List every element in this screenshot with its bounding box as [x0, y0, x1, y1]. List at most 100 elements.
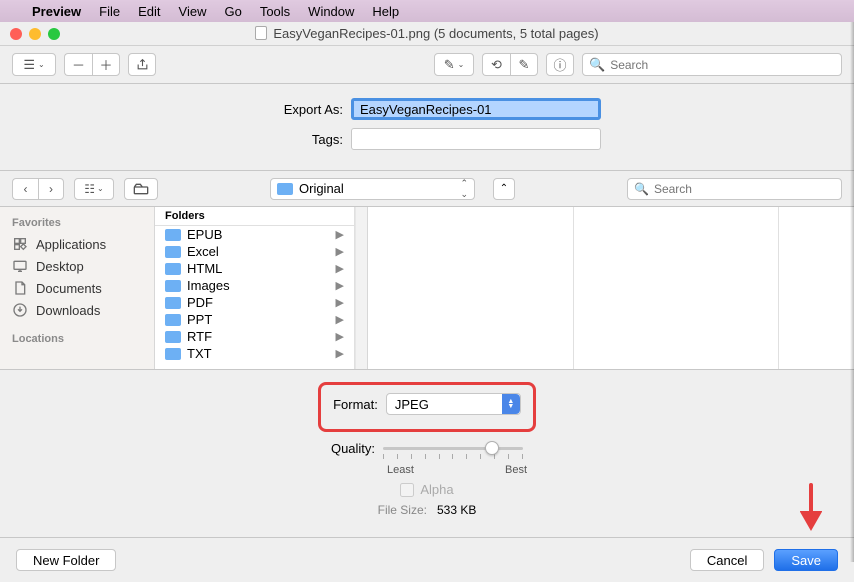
new-folder-button[interactable]: New Folder	[16, 549, 116, 571]
sidebar-item-applications[interactable]: Applications	[0, 233, 154, 255]
chevron-right-icon: ▶	[336, 296, 344, 309]
column-scrollbar[interactable]	[355, 207, 368, 369]
file-column: Folders EPUB▶ Excel▶ HTML▶ Images▶ PDF▶ …	[155, 207, 355, 369]
rotate-button[interactable]: ⟲	[482, 53, 510, 76]
file-browser-search[interactable]: 🔍	[627, 178, 842, 200]
tags-label: Tags:	[253, 132, 343, 147]
chevron-right-icon: ▶	[336, 245, 344, 258]
filesize-value: 533 KB	[437, 503, 476, 517]
menu-help[interactable]: Help	[372, 4, 399, 19]
format-select[interactable]: JPEG ▲▼	[386, 393, 521, 415]
window-titlebar: EasyVeganRecipes-01.png (5 documents, 5 …	[0, 22, 854, 46]
sidebar-item-label: Desktop	[36, 259, 84, 274]
export-panel: Export As: Tags:	[0, 84, 854, 171]
view-mode-button[interactable]: ☷ ⌄	[74, 178, 114, 200]
sidebar-toggle-button[interactable]: ☰ ⌄	[12, 53, 56, 76]
alpha-checkbox	[400, 483, 414, 497]
info-button[interactable]: ⓘ	[546, 53, 574, 76]
chevron-right-icon: ▶	[336, 228, 344, 241]
search-icon: 🔍	[589, 57, 605, 73]
folder-item[interactable]: Excel ▶	[155, 243, 354, 260]
file-column-empty	[368, 207, 574, 369]
markup-button[interactable]: ✎ ⌄	[434, 53, 474, 76]
folder-item[interactable]: Images ▶	[155, 277, 354, 294]
file-browser-sidebar: Favorites Applications Desktop Documents…	[0, 207, 155, 369]
app-menu[interactable]: Preview	[32, 4, 81, 19]
zoom-out-button[interactable]: －	[64, 53, 92, 76]
alpha-label: Alpha	[420, 482, 453, 497]
file-browser-nav: ‹ › ☷ ⌄ Original ⌃⌄ ⌃ 🔍	[0, 171, 854, 207]
folder-label: TXT	[187, 346, 212, 361]
menu-file[interactable]: File	[99, 4, 120, 19]
folder-label: PPT	[187, 312, 212, 327]
save-button[interactable]: Save	[774, 549, 838, 571]
slider-thumb[interactable]	[485, 441, 499, 455]
toolbar-search[interactable]: 🔍	[582, 53, 842, 76]
toolbar: ☰ ⌄ － ＋ ✎ ⌄ ⟲ ✎ ⓘ 🔍	[0, 46, 854, 84]
chevron-right-icon: ▶	[336, 330, 344, 343]
group-button[interactable]	[124, 178, 158, 200]
menu-window[interactable]: Window	[308, 4, 354, 19]
menu-edit[interactable]: Edit	[138, 4, 160, 19]
sidebar-item-desktop[interactable]: Desktop	[0, 255, 154, 277]
toolbar-search-input[interactable]	[610, 58, 835, 72]
chevron-right-icon: ▶	[336, 347, 344, 360]
zoom-in-button[interactable]: ＋	[92, 53, 120, 76]
export-filename-input[interactable]	[351, 98, 601, 120]
share-button[interactable]	[128, 53, 156, 76]
folder-item[interactable]: TXT ▶	[155, 345, 354, 362]
format-label: Format:	[333, 397, 378, 412]
annotate-button[interactable]: ✎	[510, 53, 538, 76]
chevron-right-icon: ▶	[336, 313, 344, 326]
quality-least-label: Least	[387, 464, 414, 476]
quality-slider[interactable]	[383, 438, 523, 458]
file-browser: Favorites Applications Desktop Documents…	[0, 207, 854, 370]
sidebar-item-label: Applications	[36, 237, 106, 252]
folder-label: Images	[187, 278, 230, 293]
column-header: Folders	[155, 207, 354, 226]
folder-icon	[165, 280, 181, 292]
menu-view[interactable]: View	[179, 4, 207, 19]
collapse-button[interactable]: ⌃	[493, 178, 515, 200]
folder-item[interactable]: RTF▶	[155, 328, 354, 345]
format-panel: Format: JPEG ▲▼ Quality: Least Best Alph…	[0, 370, 854, 538]
sidebar-item-documents[interactable]: Documents	[0, 277, 154, 299]
forward-button[interactable]: ›	[38, 178, 64, 200]
folder-icon	[165, 348, 181, 360]
folder-item[interactable]: PPT ▶	[155, 311, 354, 328]
back-button[interactable]: ‹	[12, 178, 38, 200]
folder-item[interactable]: PDF ▶	[155, 294, 354, 311]
tags-input[interactable]	[351, 128, 601, 150]
path-label: Original	[299, 181, 344, 196]
window-title: EasyVeganRecipes-01.png (5 documents, 5 …	[0, 26, 854, 41]
folder-icon	[165, 314, 181, 326]
locations-heading: Locations	[0, 329, 154, 349]
system-menubar: Preview File Edit View Go Tools Window H…	[0, 0, 854, 22]
folder-label: Excel	[187, 244, 219, 259]
quality-label: Quality:	[331, 441, 375, 456]
folder-label: PDF	[187, 295, 213, 310]
menu-tools[interactable]: Tools	[260, 4, 290, 19]
folder-item[interactable]: EPUB▶	[155, 226, 354, 243]
cancel-button[interactable]: Cancel	[690, 549, 764, 571]
menu-go[interactable]: Go	[224, 4, 241, 19]
folder-icon	[165, 246, 181, 258]
path-selector[interactable]: Original ⌃⌄	[270, 178, 475, 200]
document-icon	[255, 26, 267, 40]
chevron-right-icon: ▶	[336, 279, 344, 292]
export-as-label: Export As:	[253, 102, 343, 117]
folder-icon	[165, 331, 181, 343]
favorites-heading: Favorites	[0, 213, 154, 233]
chevron-updown-icon: ⌃⌄	[460, 178, 468, 200]
dialog-footer: New Folder Cancel Save	[0, 538, 854, 582]
sidebar-item-downloads[interactable]: Downloads	[0, 299, 154, 321]
search-icon: 🔍	[634, 182, 649, 196]
sidebar-item-label: Documents	[36, 281, 102, 296]
chevron-right-icon: ▶	[336, 262, 344, 275]
folder-item[interactable]: HTML▶	[155, 260, 354, 277]
annotation-arrow	[800, 483, 822, 533]
format-value: JPEG	[395, 397, 429, 412]
file-browser-search-input[interactable]	[654, 182, 835, 196]
file-column-empty	[779, 207, 854, 369]
select-stepper-icon: ▲▼	[502, 394, 520, 414]
